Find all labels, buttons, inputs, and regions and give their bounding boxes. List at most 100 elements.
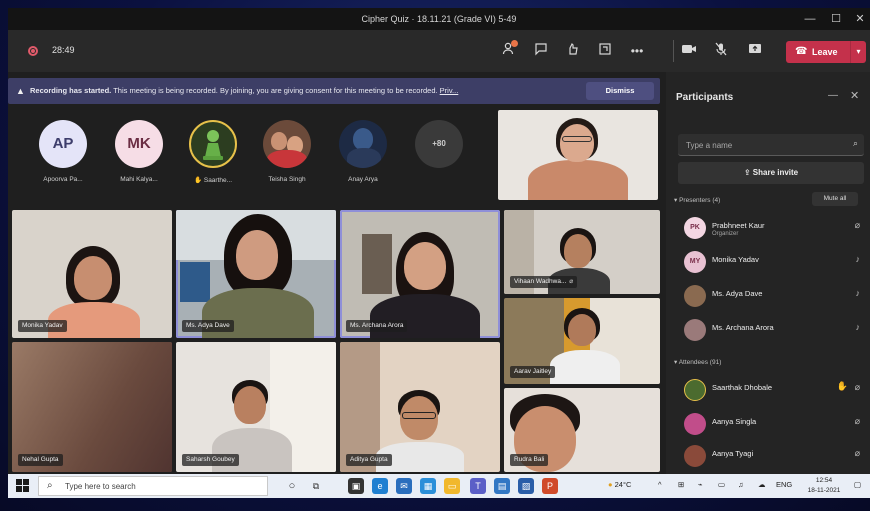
mail-icon[interactable]: ✉ bbox=[396, 478, 412, 494]
mic-off-icon[interactable]: ⌀ bbox=[855, 416, 860, 427]
avatar-item[interactable]: Teisha Singh bbox=[262, 120, 312, 190]
participant-item[interactable]: PK Prabhneet Kaur Organizer ⌀ bbox=[674, 212, 864, 242]
avatar bbox=[684, 379, 706, 401]
photos-icon[interactable]: ▦ bbox=[420, 478, 436, 494]
mic-icon[interactable]: ♪ bbox=[856, 254, 861, 264]
video-tile[interactable]: Rudra Bali bbox=[504, 388, 660, 472]
avatar-name: ✋ Saarthe... bbox=[188, 176, 238, 184]
search-input[interactable] bbox=[686, 138, 836, 152]
minimize-panel-button[interactable]: — bbox=[828, 90, 838, 101]
participant-item[interactable]: Aanya Tyagi ⌀ bbox=[674, 440, 864, 470]
edge-icon[interactable]: e bbox=[372, 478, 388, 494]
share-icon[interactable] bbox=[746, 42, 764, 60]
chevron-down-icon[interactable]: ▾ bbox=[850, 41, 866, 63]
meeting-toolbar: 28:49 ••• ☎ Leave ▾ bbox=[8, 30, 870, 72]
window-title: Cipher Quiz · 18.11.21 (Grade VI) 5-49 bbox=[361, 14, 517, 24]
video-tile[interactable] bbox=[498, 110, 658, 200]
avatar: MK bbox=[115, 120, 163, 168]
clock-date: 18-11-2021 bbox=[807, 487, 841, 494]
more-participants[interactable]: +80 bbox=[414, 120, 464, 190]
weather-widget[interactable]: ● 24°C bbox=[608, 480, 631, 489]
avatar bbox=[684, 445, 706, 467]
video-tile[interactable]: Vihaan Wadhwa... ⌀ bbox=[504, 210, 660, 294]
mic-icon[interactable]: ♪ bbox=[856, 288, 861, 298]
clock-time: 12:54 bbox=[815, 477, 833, 484]
chat-icon[interactable] bbox=[532, 42, 550, 60]
mic-icon[interactable]: ♪ bbox=[856, 322, 861, 332]
attendees-section-header[interactable]: ▾ Attendees (91) bbox=[674, 358, 721, 366]
participant-name: Ms. Adya Dave bbox=[712, 289, 763, 298]
avatar bbox=[263, 120, 311, 168]
battery-icon[interactable]: ▭ bbox=[718, 480, 725, 489]
leave-button[interactable]: ☎ Leave ▾ bbox=[786, 41, 866, 63]
avatar: AP bbox=[39, 120, 87, 168]
presenters-section-header[interactable]: ▾ Presenters (4) bbox=[674, 196, 720, 204]
search-icon: ⌕ bbox=[852, 138, 858, 148]
video-tile[interactable]: Aditya Gupta bbox=[340, 342, 500, 472]
camera-icon[interactable] bbox=[680, 42, 698, 60]
mic-off-icon[interactable]: ⌀ bbox=[855, 220, 860, 231]
video-tile[interactable]: Aarav Jaitley bbox=[504, 298, 660, 384]
tray-chevron-icon[interactable]: ^ bbox=[658, 480, 662, 489]
teams-icon[interactable]: T bbox=[470, 478, 486, 494]
mute-all-button[interactable]: Mute all bbox=[812, 192, 858, 206]
banner-text: Recording has started. This meeting is b… bbox=[30, 78, 458, 104]
more-icon[interactable]: ••• bbox=[628, 42, 646, 60]
avatar-item[interactable]: AP Apoorva Pa... bbox=[38, 120, 88, 190]
minimize-button[interactable]: — bbox=[800, 11, 820, 27]
participant-item[interactable]: Aanya Singla ⌀ bbox=[674, 408, 864, 438]
avatar-name: Anay Arya bbox=[348, 176, 378, 183]
participant-item[interactable]: MY Monika Yadav ♪ bbox=[674, 246, 864, 276]
mic-off-icon[interactable]: ⌀ bbox=[855, 382, 860, 393]
taskbar-search-input[interactable] bbox=[65, 480, 255, 493]
task-view-icon[interactable]: ⧉ bbox=[308, 478, 324, 494]
chart-app-icon[interactable]: ▤ bbox=[494, 478, 510, 494]
rooms-icon[interactable] bbox=[596, 42, 614, 60]
avatar-item[interactable]: MK Mahi Kalya... bbox=[114, 120, 164, 190]
participant-name-tag: Aarav Jaitley bbox=[510, 366, 556, 378]
participant-name-tag: Ms. Adya Dave bbox=[182, 320, 234, 332]
system-clock[interactable]: 12:54 18-11-2021 bbox=[804, 476, 844, 496]
network-icon[interactable]: ⌁ bbox=[698, 480, 703, 489]
avatar-name: Mahi Kalya... bbox=[120, 176, 158, 183]
powerpoint-icon[interactable]: P bbox=[542, 478, 558, 494]
tray-app-icon[interactable]: ⊞ bbox=[678, 480, 684, 489]
cortana-icon[interactable]: ○ bbox=[284, 478, 300, 494]
store-icon[interactable]: ▣ bbox=[348, 478, 364, 494]
privacy-link[interactable]: Priv... bbox=[440, 86, 459, 95]
attendees-label: Attendees (91) bbox=[678, 359, 722, 366]
dismiss-button[interactable]: Dismiss bbox=[586, 82, 654, 100]
share-invite-button[interactable]: ⇪ Share invite bbox=[678, 162, 864, 184]
participants-icon[interactable] bbox=[500, 40, 518, 60]
video-tile[interactable]: Ms. Archana Arora bbox=[340, 210, 500, 338]
notifications-icon[interactable]: ▢ bbox=[854, 480, 861, 489]
avatar bbox=[684, 413, 706, 435]
avatar-item[interactable]: ✋ Saarthe... bbox=[188, 120, 238, 190]
video-tile[interactable]: Saharsh Goubey bbox=[176, 342, 336, 472]
onedrive-icon[interactable]: ☁ bbox=[758, 480, 766, 489]
windows-start-icon[interactable] bbox=[16, 479, 30, 493]
image-app-icon[interactable]: ▨ bbox=[518, 478, 534, 494]
file-explorer-icon[interactable]: ▭ bbox=[444, 478, 460, 494]
video-tile[interactable]: Nehal Gupta bbox=[12, 342, 172, 472]
phone-icon: ☎ bbox=[795, 46, 808, 57]
mic-off-icon[interactable] bbox=[712, 42, 730, 60]
participant-item[interactable]: Ms. Archana Arora ♪ bbox=[674, 314, 864, 344]
reactions-icon[interactable] bbox=[564, 42, 582, 60]
weather-temp: 24°C bbox=[614, 480, 632, 489]
avatar-item[interactable]: Anay Arya bbox=[338, 120, 388, 190]
video-tile[interactable]: Ms. Adya Dave bbox=[176, 210, 336, 338]
video-tile[interactable]: Monika Yadav bbox=[12, 210, 172, 338]
title-bar: Cipher Quiz · 18.11.21 (Grade VI) 5-49 —… bbox=[8, 8, 870, 30]
close-button[interactable]: ✕ bbox=[850, 11, 870, 27]
close-panel-button[interactable]: ✕ bbox=[850, 89, 859, 102]
mic-off-icon[interactable]: ⌀ bbox=[855, 448, 860, 459]
volume-icon[interactable]: ♫ bbox=[738, 480, 744, 489]
teams-meeting-window: Cipher Quiz · 18.11.21 (Grade VI) 5-49 —… bbox=[8, 8, 870, 474]
maximize-button[interactable]: ☐ bbox=[826, 11, 846, 27]
participant-item[interactable]: Saarthak Dhobale ✋ ⌀ bbox=[674, 374, 864, 404]
participant-name: Aanya Singla bbox=[712, 417, 757, 426]
participant-item[interactable]: Ms. Adya Dave ♪ bbox=[674, 280, 864, 310]
language-indicator[interactable]: ENG bbox=[776, 480, 792, 489]
meeting-timer: 28:49 bbox=[52, 45, 75, 55]
